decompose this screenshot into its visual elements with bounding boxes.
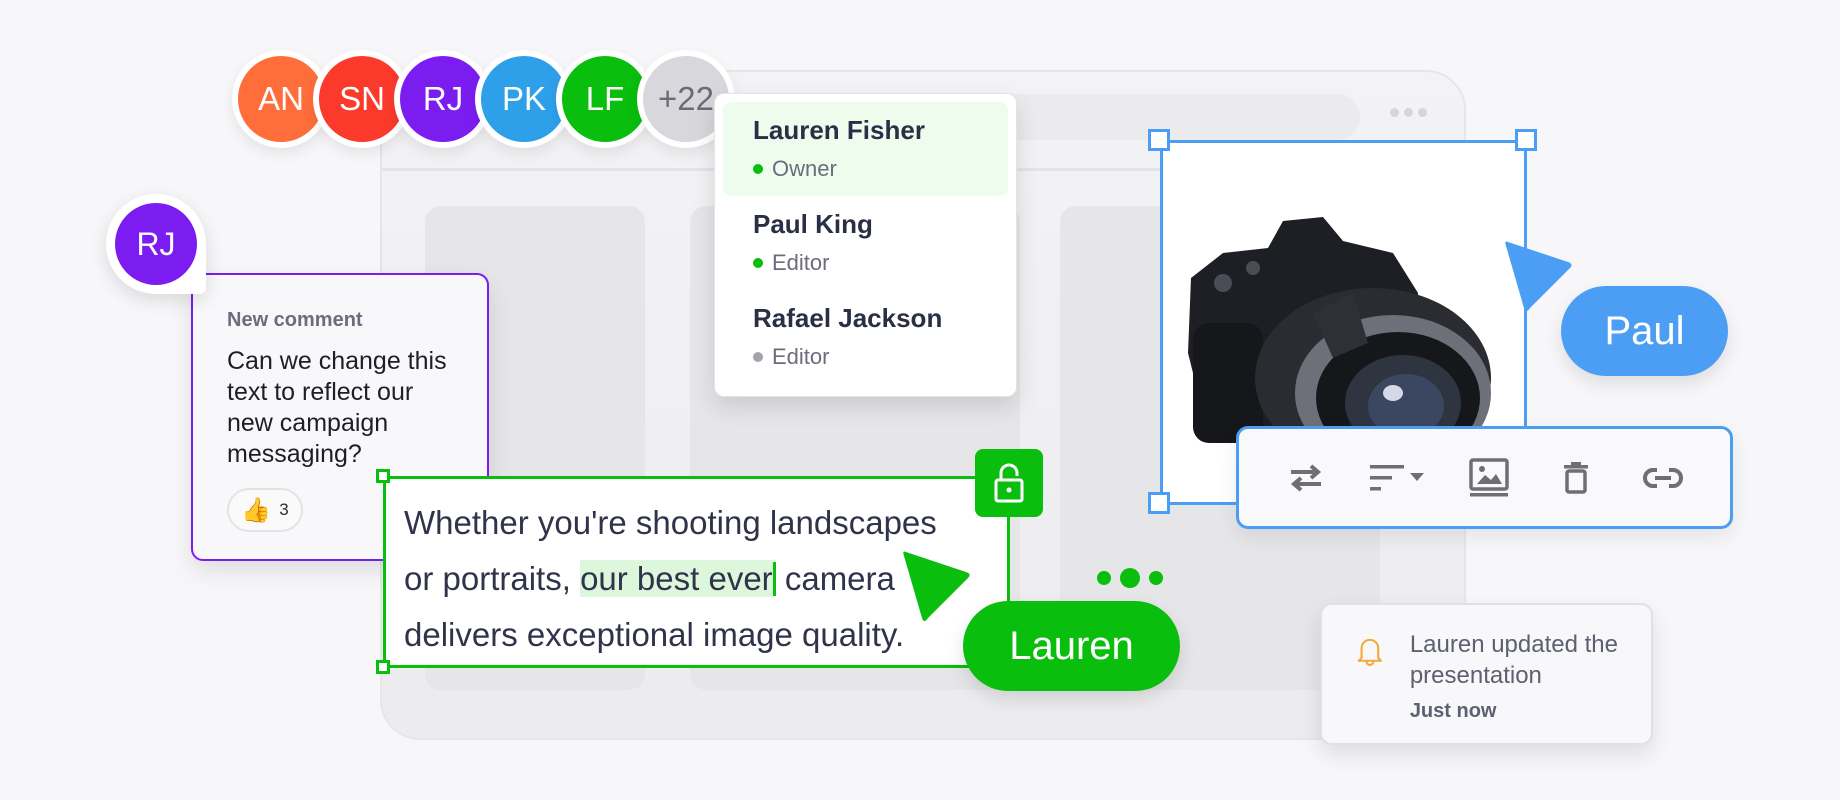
align-dropdown-button[interactable] — [1363, 448, 1433, 508]
overflow-count: +22 — [658, 80, 714, 117]
avatar-initials: SN — [339, 80, 385, 117]
typing-indicator-icon — [1097, 568, 1163, 588]
status-dot — [753, 352, 763, 362]
lauren-cursor-icon — [903, 551, 970, 621]
avatar-initials: LF — [585, 80, 625, 117]
thumbs-up-icon: 👍 — [241, 496, 272, 524]
resize-handle[interactable] — [1148, 129, 1170, 151]
role-label: Editor — [772, 250, 830, 275]
member-name: Rafael Jackson — [753, 303, 943, 333]
lock-button[interactable] — [975, 449, 1043, 517]
link-button[interactable] — [1633, 448, 1693, 508]
lauren-cursor-label: Lauren — [963, 601, 1180, 691]
image-settings-button[interactable] — [1459, 448, 1519, 508]
trash-icon — [1564, 461, 1589, 494]
link-icon — [1642, 467, 1683, 488]
avatar-initials: RJ — [136, 225, 176, 262]
resize-handle[interactable] — [376, 660, 390, 674]
lock-icon — [994, 463, 1024, 503]
swap-icon — [1291, 463, 1322, 492]
member-item[interactable]: Rafael Jackson Editor — [723, 290, 1008, 384]
resize-handle[interactable] — [1515, 129, 1537, 151]
resize-handle[interactable] — [1148, 492, 1170, 514]
comment-title: New comment — [227, 309, 363, 331]
member-item[interactable]: Paul King Editor — [723, 196, 1008, 290]
avatar-initials: RJ — [422, 80, 464, 117]
more-dots-icon — [1390, 108, 1427, 117]
highlighted-text: our best ever — [580, 560, 773, 597]
text-segment: or portraits, — [404, 560, 581, 597]
members-dropdown: Lauren Fisher Owner Paul King Editor Raf… — [714, 93, 1017, 397]
status-dot — [753, 258, 763, 268]
notification-message: Lauren updated the presentation — [1409, 631, 1618, 689]
notification-toast[interactable]: Lauren updated the presentation Just now — [1320, 603, 1653, 745]
reaction-button[interactable]: 👍 3 — [227, 488, 303, 532]
member-role: Editor — [753, 344, 986, 370]
avatar-initials: AN — [258, 80, 304, 117]
comment-author-avatar[interactable]: RJ — [115, 203, 197, 285]
align-icon — [1369, 464, 1424, 490]
text-segment: camera — [775, 560, 895, 597]
member-role: Owner — [753, 156, 986, 182]
bell-icon — [1357, 638, 1383, 666]
notification-content: Lauren updated the presentation Just now — [1410, 629, 1651, 743]
image-toolbar — [1236, 426, 1733, 529]
text-line: Whether you're shooting landscapes — [404, 504, 937, 541]
notification-time: Just now — [1409, 700, 1497, 722]
role-label: Editor — [772, 344, 830, 369]
role-label: Owner — [772, 156, 837, 181]
reaction-count: 3 — [279, 500, 289, 519]
member-item[interactable]: Lauren Fisher Owner — [723, 102, 1008, 196]
avatar-initials: PK — [501, 80, 547, 117]
resize-handle[interactable] — [376, 469, 390, 483]
member-role: Editor — [753, 250, 986, 276]
member-name: Paul King — [753, 209, 873, 239]
collaborator-avatars: AN SN RJ PK LF +22 — [232, 50, 735, 148]
swap-button[interactable] — [1276, 448, 1336, 508]
status-dot — [753, 164, 763, 174]
member-name: Lauren Fisher — [753, 115, 925, 145]
delete-button[interactable] — [1546, 448, 1606, 508]
image-icon — [1469, 457, 1510, 496]
paul-cursor-label: Paul — [1561, 286, 1728, 376]
comment-body: Can we change this text to reflect our n… — [227, 347, 447, 468]
